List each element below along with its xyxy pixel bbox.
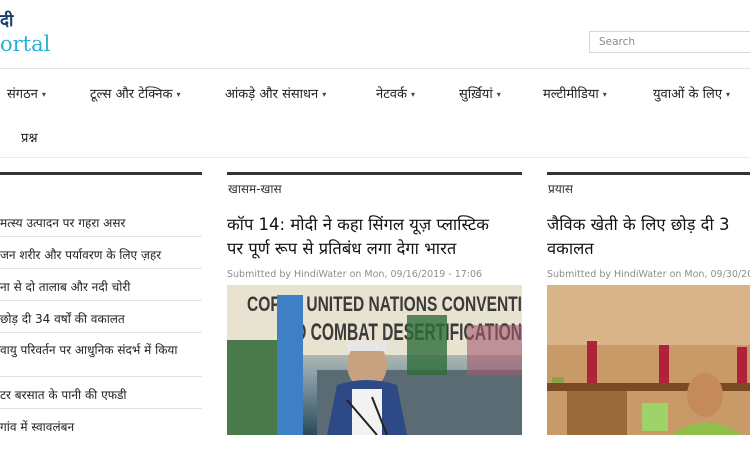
article-title-line: पर पूर्ण रूप से प्रतिबंध लगा देगा भारत (227, 239, 457, 258)
nav-item-headlines[interactable]: सुर्ख़ियां ▾ (459, 84, 501, 102)
site-header: दी ortal Search (0, 0, 750, 69)
list-item-title: टर बरसात के पानी की एफडी (0, 388, 127, 402)
col1-heading-bar (0, 172, 202, 198)
main-nav: संगठन ▾ टूल्स और टेक्निक ▾ आंकड़े और संसाध… (0, 69, 750, 115)
chevron-down-icon: ▾ (410, 90, 415, 99)
article-meta: Submitted by HindiWater on Mon, 09/16/20… (227, 269, 483, 280)
section-heading-label: खासम-खास (228, 182, 282, 196)
chevron-down-icon: ▾ (726, 90, 731, 99)
nav-item-label: आंकड़े और संसाधन (225, 87, 319, 102)
article-title-line: कॉप 14: मोदी ने कहा सिंगल यूज़ प्लास्टिक (227, 215, 489, 234)
section-heading-khasam-khas: खासम-खास (227, 172, 522, 198)
chevron-down-icon: ▾ (322, 90, 327, 99)
article-title-line: जैविक खेती के लिए छोड़ दी 3 (547, 215, 730, 234)
nav-item-multimedia[interactable]: मल्टीमीडिया ▾ (543, 84, 607, 102)
section-heading-label: प्रयास (548, 182, 574, 196)
article-title-line: वकालत (547, 239, 594, 258)
list-item[interactable]: वायु परिवर्तन पर आधुनिक संदर्भ में किया (0, 333, 202, 377)
nav-item-youth[interactable]: युवाओं के लिए ▾ (653, 84, 730, 102)
article-meta: Submitted by HindiWater on Mon, 09/30/20 (547, 269, 750, 280)
search-placeholder: Search (599, 36, 636, 48)
page-bottom (0, 436, 750, 450)
cop14-photo: COP 14 UNITED NATIONS CONVENTI TO COMBAT… (227, 285, 522, 435)
nav-item-label: युवाओं के लिए (653, 87, 723, 102)
list-item-title: ना से दो तालाब और नदी चोरी (0, 280, 131, 294)
nav-item-questions[interactable]: प्रश्न (21, 128, 38, 146)
list-item[interactable]: जन शरीर और पर्यावरण के लिए ज़हर (0, 237, 202, 269)
logo-line-hindi: दी (0, 11, 14, 31)
article-image[interactable]: COP 14 UNITED NATIONS CONVENTI TO COMBAT… (227, 285, 522, 435)
site-logo[interactable]: दी ortal (0, 12, 60, 56)
logo-line-portal: ortal (0, 32, 51, 56)
organic-farming-photo (547, 285, 750, 435)
nav-item-label: मल्टीमीडिया (543, 87, 599, 102)
nav-item-label: टूल्स और टेक्निक (90, 87, 173, 102)
list-item-title: गांव में स्वावलंबन (0, 420, 75, 434)
article-title[interactable]: जैविक खेती के लिए छोड़ दी 3 वकालत (547, 213, 750, 261)
nav-item-network[interactable]: नेटवर्क ▾ (376, 84, 415, 102)
section-heading-prayas: प्रयास (547, 172, 750, 198)
nav-item-label: संगठन (7, 87, 38, 102)
search-input[interactable]: Search (589, 31, 750, 53)
chevron-down-icon: ▾ (41, 90, 46, 99)
list-item-title: जन शरीर और पर्यावरण के लिए ज़हर (0, 248, 162, 262)
divider (0, 157, 750, 158)
article-title[interactable]: कॉप 14: मोदी ने कहा सिंगल यूज़ प्लास्टिक… (227, 213, 527, 261)
chevron-down-icon: ▾ (496, 90, 501, 99)
list-item-title: मत्स्य उत्पादन पर गहरा असर (0, 216, 126, 230)
nav-item-data[interactable]: आंकड़े और संसाधन ▾ (225, 84, 326, 102)
list-item-title: छोड़ दी 34 वर्षों की वकालत (0, 312, 125, 326)
nav-item-sangathan[interactable]: संगठन ▾ (7, 84, 46, 102)
nav-item-label: नेटवर्क (376, 87, 407, 102)
article-list: मत्स्य उत्पादन पर गहरा असर जन शरीर और पर… (0, 205, 202, 441)
list-item-title: वायु परिवर्तन पर आधुनिक संदर्भ में किया (0, 343, 178, 357)
nav-item-label: सुर्ख़ियां (459, 87, 493, 102)
nav-item-tools[interactable]: टूल्स और टेक्निक ▾ (90, 84, 181, 102)
list-item[interactable]: मत्स्य उत्पादन पर गहरा असर (0, 205, 202, 237)
chevron-down-icon: ▾ (176, 90, 181, 99)
list-item[interactable]: टर बरसात के पानी की एफडी (0, 377, 202, 409)
article-image[interactable] (547, 285, 750, 435)
chevron-down-icon: ▾ (602, 90, 607, 99)
list-item[interactable]: ना से दो तालाब और नदी चोरी (0, 269, 202, 301)
list-item[interactable]: छोड़ दी 34 वर्षों की वकालत (0, 301, 202, 333)
